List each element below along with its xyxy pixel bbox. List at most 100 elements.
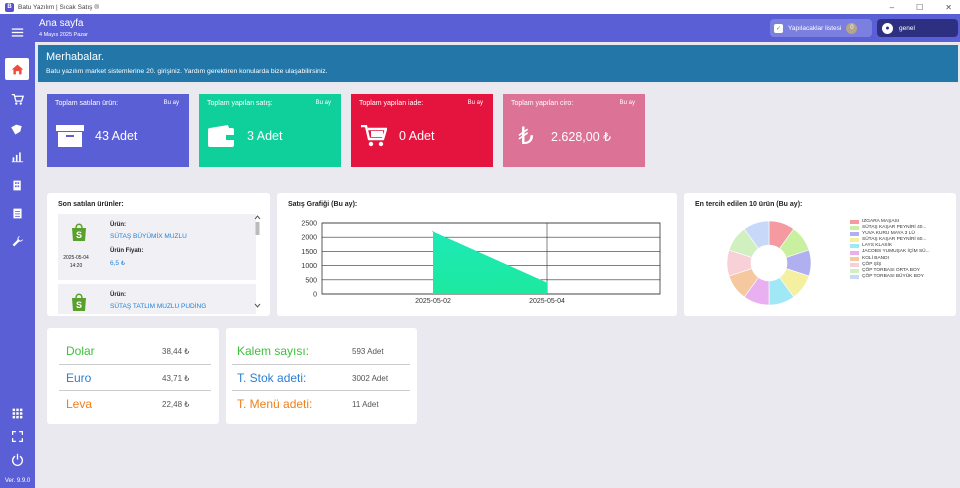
x-tick-label: 2025-05-04 xyxy=(529,298,565,305)
page-date: 4 Mayıs 2025 Pazar xyxy=(39,32,88,38)
currency-name: Dolar xyxy=(66,344,95,358)
stat-name: T. Stok adeti: xyxy=(237,371,307,385)
recent-sales-title: Son satılan ürünler: xyxy=(58,201,124,208)
power-icon[interactable] xyxy=(0,445,35,473)
y-tick-label: 2500 xyxy=(301,221,317,228)
currency-row-euro: Euro xyxy=(66,365,91,391)
shopify-bag-icon: S xyxy=(72,293,86,311)
area-point xyxy=(546,282,548,284)
card-period: Bu ay xyxy=(163,100,179,106)
legend-swatch xyxy=(850,238,859,243)
card-value: 43 Adet xyxy=(95,129,138,143)
card-period: Bu ay xyxy=(467,100,483,106)
x-tick-label: 2025-05-02 xyxy=(415,298,451,305)
user-name: genel xyxy=(899,24,915,32)
card-total-sales: Toplam yapılan satış: Bu ay 3 Adet xyxy=(199,94,341,167)
page-title: Ana sayfa xyxy=(39,18,84,29)
product-label: Ürün: xyxy=(110,292,126,298)
top-bar: Ana sayfa 4 Mayıs 2025 Pazar ✓ Yapılacak… xyxy=(35,14,960,42)
svg-text:S: S xyxy=(76,230,82,240)
legend-swatch xyxy=(850,250,859,255)
area-series xyxy=(433,231,547,294)
currency-row-leva: Leva xyxy=(66,391,92,417)
product-name: SÜTAŞ TATLIM MUZLU PUDİNG xyxy=(110,303,207,310)
user-avatar-icon: ● xyxy=(882,22,893,34)
stat-row-items: Kalem sayısı: xyxy=(237,338,309,364)
report-chart-icon[interactable] xyxy=(0,142,35,170)
currency-name: Euro xyxy=(66,371,92,385)
list-icon[interactable] xyxy=(0,199,35,227)
card-label: Toplam yapılan satış: xyxy=(207,100,273,107)
card-total-products: Toplam satılan ürün: Bu ay 43 Adet xyxy=(47,94,189,167)
card-period: Bu ay xyxy=(619,100,635,106)
stat-name: Kalem sayısı: xyxy=(237,344,310,358)
legend-swatch xyxy=(850,244,859,249)
minimize-button[interactable]: – xyxy=(890,3,894,12)
welcome-banner: Merhabalar. Batu yazılım market sistemle… xyxy=(36,43,960,84)
card-label: Toplam yapılan iade: xyxy=(359,100,424,107)
version-label: Ver. 9.9.0 xyxy=(4,478,31,484)
card-value: 3 Adet xyxy=(247,129,283,143)
sale-datetime: 2025-05-04 14:20 xyxy=(63,255,89,269)
stats-panel: Kalem sayısı: 593 Adet T. Stok adeti: 30… xyxy=(226,328,417,424)
list-item[interactable]: S 2025-05-04 14:20 Ürün: SÜTAŞ BÜYÜMİX MU… xyxy=(58,214,256,280)
stat-row-stock: T. Stok adeti: xyxy=(237,365,306,391)
currency-value: 38,44 ₺ xyxy=(162,346,190,356)
legend-swatch xyxy=(850,226,859,231)
svg-text:S: S xyxy=(76,300,82,310)
card-period: Bu ay xyxy=(315,100,331,106)
y-tick-label: 0 xyxy=(313,292,317,299)
window-titlebar: B Batu Yazılım | Sıcak Satış ® – ☐ ✕ xyxy=(0,0,960,14)
todo-list-button[interactable]: ✓ Yapılacaklar listesi 0 xyxy=(770,19,872,37)
stat-value: 3002 Adet xyxy=(352,373,389,383)
cart-icon xyxy=(359,124,389,148)
currency-name: Leva xyxy=(66,397,93,411)
todo-count-badge: 0 xyxy=(846,22,858,34)
stat-value: 11 Adet xyxy=(352,399,379,409)
card-total-returns: Toplam yapılan iade: Bu ay 0 Adet xyxy=(351,94,493,167)
home-icon[interactable] xyxy=(5,58,29,80)
currency-row-dolar: Dolar xyxy=(66,338,95,364)
stat-row-menu: T. Menü adeti: xyxy=(237,391,312,417)
legend-swatch xyxy=(850,256,859,261)
stat-name: T. Menü adeti: xyxy=(237,397,313,411)
wrench-icon[interactable] xyxy=(0,227,35,255)
y-tick-label: 1000 xyxy=(301,263,317,270)
banner-subtitle: Batu yazılım market sistemlerine 20. gir… xyxy=(46,68,328,75)
y-tick-label: 1500 xyxy=(301,249,317,256)
cart-icon[interactable] xyxy=(0,85,35,113)
maximize-button[interactable]: ☐ xyxy=(916,3,923,12)
user-button[interactable]: ● genel xyxy=(877,19,958,37)
recent-sales-scrollbar[interactable] xyxy=(253,213,262,310)
legend-swatch xyxy=(850,262,859,267)
card-value: 2.628,00 ₺ xyxy=(551,130,612,144)
card-label: Toplam satılan ürün: xyxy=(55,100,119,107)
close-button[interactable]: ✕ xyxy=(945,3,952,12)
todo-label: Yapılacaklar listesi xyxy=(788,24,842,32)
building-icon[interactable] xyxy=(0,171,35,199)
box-icon xyxy=(55,124,85,148)
area-point xyxy=(432,230,434,233)
legend-item: ÇÖP TORBASI BÜYÜK BOY xyxy=(850,274,930,280)
card-total-revenue: Toplam yapılan ciro: Bu ay ₺ 2.628,00 ₺ xyxy=(503,94,645,167)
window-title: Batu Yazılım | Sıcak Satış ® xyxy=(18,3,100,11)
product-price: 6,5 ₺ xyxy=(110,260,125,267)
label-icon[interactable] xyxy=(0,114,35,142)
currency-value: 22,48 ₺ xyxy=(162,399,190,409)
legend-swatch xyxy=(850,232,859,237)
legend-label: ÇÖP TORBASI BÜYÜK BOY xyxy=(862,273,924,279)
sales-chart-panel: Satış Grafiği (Bu ay): 0 500 1000 1500 2000 2… xyxy=(277,193,677,316)
menu-icon[interactable] xyxy=(0,18,35,46)
wallet-icon xyxy=(207,124,237,148)
list-item[interactable]: S Ürün: SÜTAŞ TATLIM MUZLU PUDİNG xyxy=(58,284,256,314)
todo-icon: ✓ xyxy=(774,23,783,33)
legend-swatch xyxy=(850,274,859,279)
card-value: 0 Adet xyxy=(399,129,435,143)
y-tick-label: 2000 xyxy=(301,235,317,242)
currency-panel: Dolar 38,44 ₺ Euro 43,71 ₺ Leva 22,48 ₺ xyxy=(47,328,219,424)
y-tick-label: 500 xyxy=(305,277,317,284)
legend-swatch xyxy=(850,220,859,225)
product-name: SÜTAŞ BÜYÜMİX MUZLU xyxy=(110,233,187,240)
banner-title: Merhabalar. xyxy=(46,51,105,63)
shopify-bag-icon: S xyxy=(72,223,86,241)
